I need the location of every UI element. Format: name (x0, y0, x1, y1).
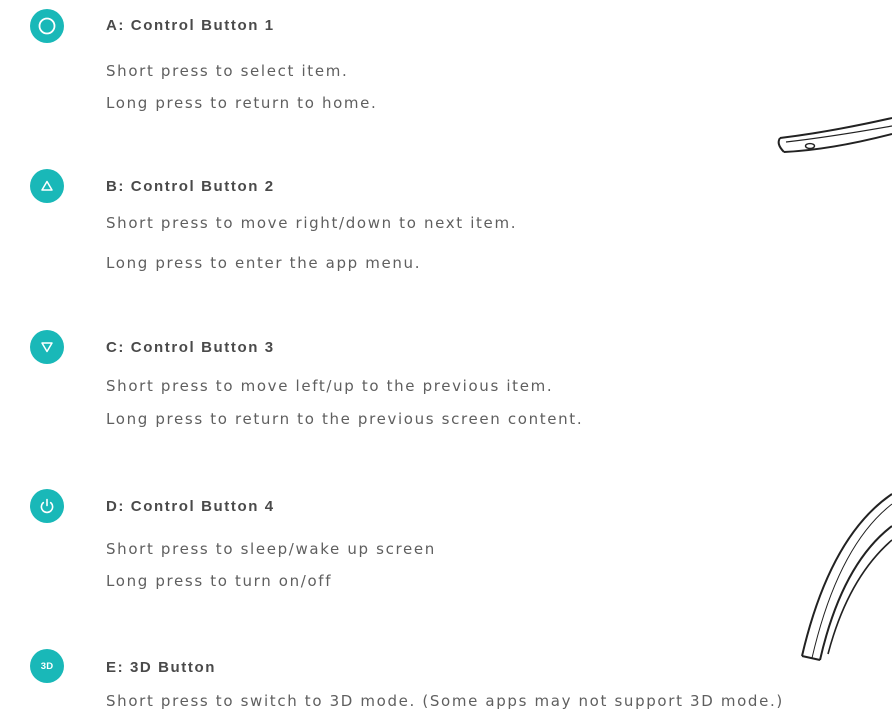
entry-description-line: Long press to return to the previous scr… (106, 410, 584, 428)
entry-description-line: Short press to sleep/wake up screen (106, 540, 436, 558)
power-icon (30, 489, 64, 523)
entry-description-line: Long press to return to home. (106, 94, 378, 112)
entry-description-line: Long press to turn on/off (106, 572, 333, 590)
entry-title: A: Control Button 1 (106, 17, 275, 34)
entry-title: E: 3D Button (106, 659, 217, 676)
headset-band-illustration (801, 493, 892, 661)
3d-badge-icon: 3D (30, 649, 64, 683)
entry-title: D: Control Button 4 (106, 498, 275, 515)
entry-description-line: Short press to move left/up to the previ… (106, 377, 554, 395)
badge-label: 3D (40, 660, 54, 672)
entry-description-line: Long press to enter the app menu. (106, 254, 422, 272)
entry-description-line: Short press to select item. (106, 62, 349, 80)
entry-title: B: Control Button 2 (106, 178, 275, 195)
entry-description-line: Short press to move right/down to next i… (106, 214, 518, 232)
entry-title: C: Control Button 3 (106, 339, 275, 356)
triangle-down-icon (30, 330, 64, 364)
triangle-up-icon (30, 169, 64, 203)
circle-icon (30, 9, 64, 43)
entry-description-line: Short press to switch to 3D mode. (Some … (106, 692, 784, 710)
headset-arm-illustration (777, 117, 892, 153)
